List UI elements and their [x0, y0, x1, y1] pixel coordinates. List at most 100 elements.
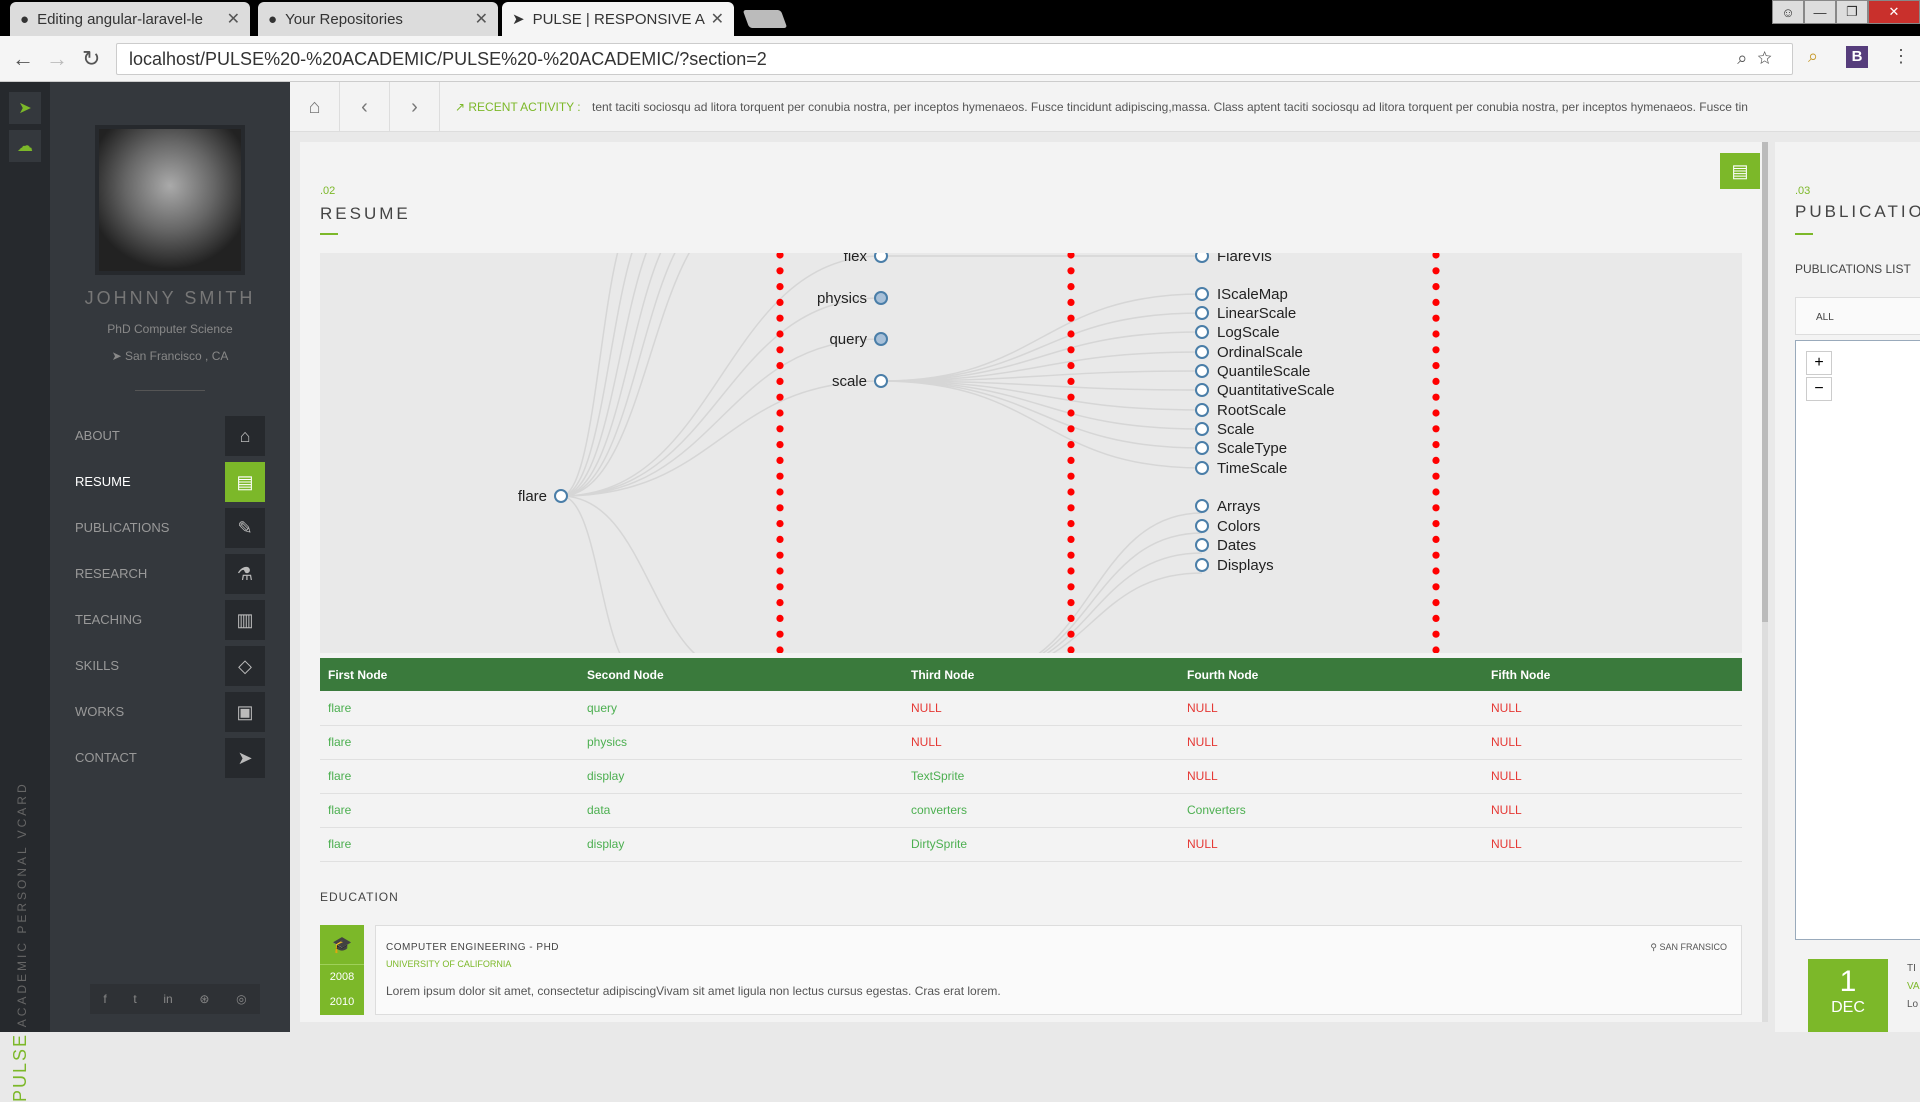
separator-dot[interactable]: [1067, 472, 1075, 480]
menu-item-about[interactable]: ABOUT ⌂: [50, 412, 290, 458]
separator-dot[interactable]: [1067, 362, 1075, 370]
tree-node[interactable]: [1195, 287, 1209, 301]
close-tab-icon[interactable]: ✕: [475, 9, 488, 29]
separator-dot[interactable]: [1432, 298, 1440, 306]
separator-dot[interactable]: [1067, 346, 1075, 354]
zoom-in-button[interactable]: +: [1806, 351, 1832, 375]
separator-dot[interactable]: [1067, 267, 1075, 275]
tree-node[interactable]: [1195, 306, 1209, 320]
separator-dot[interactable]: [1432, 425, 1440, 433]
tab-repositories[interactable]: ● Your Repositories ✕: [258, 2, 498, 36]
separator-dot[interactable]: [776, 599, 784, 607]
tree-node[interactable]: [1195, 558, 1209, 572]
separator-dot[interactable]: [1067, 330, 1075, 338]
tree-node[interactable]: [1195, 499, 1209, 513]
separator-dot[interactable]: [1432, 253, 1440, 259]
separator-dot[interactable]: [776, 614, 784, 622]
next-arrow-icon[interactable]: ›: [390, 82, 440, 132]
separator-dot[interactable]: [1067, 599, 1075, 607]
separator-dot[interactable]: [1432, 330, 1440, 338]
separator-dot[interactable]: [1432, 535, 1440, 543]
menu-item-skills[interactable]: SKILLS ◇: [50, 642, 290, 688]
search-extension-icon[interactable]: ⌕: [1808, 46, 1818, 67]
tree-node[interactable]: [1195, 403, 1209, 417]
separator-dot[interactable]: [776, 456, 784, 464]
separator-dot[interactable]: [1432, 456, 1440, 464]
tab-editing[interactable]: ● Editing angular-laravel-le ✕: [10, 2, 250, 36]
back-icon[interactable]: ←: [12, 46, 34, 72]
separator-dot[interactable]: [1432, 377, 1440, 385]
github-icon[interactable]: ◎: [236, 992, 246, 1006]
zoom-icon[interactable]: ⌕: [1737, 48, 1757, 68]
separator-dot[interactable]: [1432, 409, 1440, 417]
scrollbar-thumb[interactable]: [1762, 142, 1768, 622]
separator-dot[interactable]: [1432, 504, 1440, 512]
menu-item-contact[interactable]: CONTACT ➤: [50, 734, 290, 780]
separator-dot[interactable]: [776, 520, 784, 528]
separator-dot[interactable]: [1067, 646, 1075, 653]
dribbble-icon[interactable]: ⊛: [199, 992, 209, 1006]
separator-dot[interactable]: [1067, 441, 1075, 449]
separator-dot[interactable]: [1432, 314, 1440, 322]
separator-dot[interactable]: [1432, 472, 1440, 480]
separator-dot[interactable]: [1067, 504, 1075, 512]
menu-item-publications[interactable]: PUBLICATIONS ✎: [50, 504, 290, 550]
bookmark-star-icon[interactable]: ☆: [1757, 48, 1782, 68]
separator-dot[interactable]: [1432, 630, 1440, 638]
separator-dot[interactable]: [776, 330, 784, 338]
separator-dot[interactable]: [1432, 520, 1440, 528]
menu-item-research[interactable]: RESEARCH ⚗: [50, 550, 290, 596]
tree-node[interactable]: [1195, 422, 1209, 436]
separator-dot[interactable]: [1432, 614, 1440, 622]
menu-item-teaching[interactable]: TEACHING ▥: [50, 596, 290, 642]
separator-dot[interactable]: [1067, 488, 1075, 496]
separator-dot[interactable]: [1067, 283, 1075, 291]
separator-dot[interactable]: [1432, 393, 1440, 401]
maximize-button[interactable]: ❐: [1836, 0, 1868, 24]
separator-dot[interactable]: [1067, 614, 1075, 622]
close-tab-icon[interactable]: ✕: [711, 9, 724, 29]
separator-dot[interactable]: [776, 551, 784, 559]
separator-dot[interactable]: [1432, 441, 1440, 449]
twitter-icon[interactable]: t: [133, 992, 136, 1006]
separator-dot[interactable]: [1432, 646, 1440, 653]
separator-dot[interactable]: [1432, 346, 1440, 354]
menu-item-resume[interactable]: RESUME ▤: [50, 458, 290, 504]
tree-node[interactable]: [874, 291, 888, 305]
map-panel[interactable]: + −: [1795, 340, 1920, 940]
separator-dot[interactable]: [1432, 583, 1440, 591]
user-icon[interactable]: ☺: [1772, 0, 1804, 24]
tree-node[interactable]: [1195, 461, 1209, 475]
separator-dot[interactable]: [1432, 488, 1440, 496]
separator-dot[interactable]: [776, 283, 784, 291]
separator-dot[interactable]: [1067, 425, 1075, 433]
separator-dot[interactable]: [776, 630, 784, 638]
home-icon[interactable]: ⌂: [290, 82, 340, 132]
scrollbar[interactable]: [1762, 142, 1768, 1022]
tab-pulse[interactable]: ➤ PULSE | RESPONSIVE AC ✕: [502, 2, 734, 36]
url-input[interactable]: localhost/PULSE%20-%20ACADEMIC/PULSE%20-…: [116, 43, 1793, 75]
resume-icon[interactable]: ▤: [1720, 153, 1760, 189]
separator-dot[interactable]: [776, 504, 784, 512]
separator-dot[interactable]: [776, 393, 784, 401]
separator-dot[interactable]: [776, 253, 784, 259]
tree-node[interactable]: [1195, 538, 1209, 552]
reload-icon[interactable]: ↻: [82, 46, 100, 72]
tree-node[interactable]: [874, 332, 888, 346]
separator-dot[interactable]: [776, 488, 784, 496]
separator-dot[interactable]: [1432, 567, 1440, 575]
tree-node[interactable]: [1195, 383, 1209, 397]
bootstrap-extension-icon[interactable]: B: [1846, 46, 1868, 68]
cloud-download-icon[interactable]: ☁: [9, 130, 41, 162]
tree-node[interactable]: [1195, 441, 1209, 455]
new-tab-button[interactable]: [742, 10, 788, 28]
linkedin-icon[interactable]: in: [163, 992, 172, 1006]
close-window-button[interactable]: ✕: [1868, 0, 1920, 24]
separator-dot[interactable]: [1067, 253, 1075, 259]
separator-dot[interactable]: [776, 377, 784, 385]
tree-node[interactable]: [874, 253, 888, 263]
separator-dot[interactable]: [1432, 283, 1440, 291]
separator-dot[interactable]: [1067, 314, 1075, 322]
separator-dot[interactable]: [776, 425, 784, 433]
tree-node[interactable]: [874, 374, 888, 388]
